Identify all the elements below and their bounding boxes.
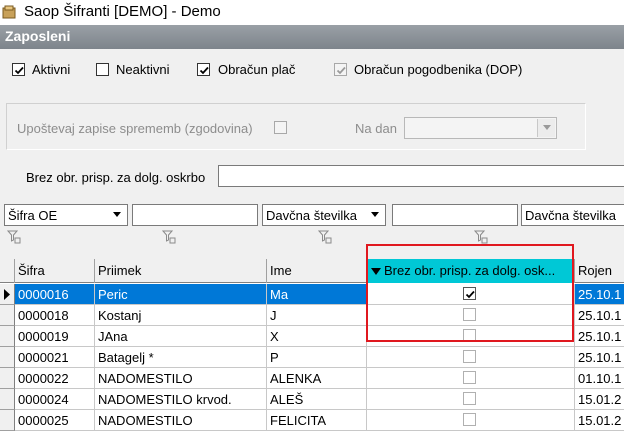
check-icon <box>336 66 346 75</box>
row-indicator-header <box>0 259 15 283</box>
search-input[interactable] <box>218 165 624 187</box>
cell-ime: Ma <box>267 284 367 305</box>
row-indicator[interactable] <box>0 305 15 326</box>
na-dan-label: Na dan <box>355 121 397 136</box>
cell-rojen: 25.10.1 <box>575 347 624 368</box>
cell-priimek: NADOMESTILO <box>95 368 267 389</box>
grid-checkbox[interactable] <box>463 350 476 363</box>
dropdown-arrow[interactable] <box>108 206 126 224</box>
dropdown-arrow[interactable] <box>537 119 555 137</box>
chevron-down-icon <box>113 212 121 217</box>
grid-checkbox[interactable] <box>463 371 476 384</box>
cell-ime: P <box>267 347 367 368</box>
row-indicator[interactable] <box>0 410 15 431</box>
aktivni-label[interactable]: Aktivni <box>32 62 70 77</box>
grid-checkbox[interactable] <box>463 413 476 426</box>
cell-sifra: 0000021 <box>15 347 95 368</box>
cell-rojen: 01.10.1 <box>575 368 624 389</box>
history-checkbox[interactable] <box>274 121 287 134</box>
panel-header: Zaposleni <box>0 25 624 49</box>
cell-brez-obr-prisp[interactable] <box>367 410 575 431</box>
cell-ime: X <box>267 326 367 347</box>
panel-title: Zaposleni <box>5 28 71 44</box>
filter-input-1[interactable] <box>132 204 258 226</box>
cell-sifra: 0000024 <box>15 389 95 410</box>
cell-sifra: 0000018 <box>15 305 95 326</box>
current-row-arrow-icon <box>4 289 10 300</box>
filter-select-2-value: Davčna številka <box>266 208 358 223</box>
row-indicator[interactable] <box>0 368 15 389</box>
title-bar: Saop Šifranti [DEMO] - Demo <box>0 0 624 25</box>
obracun-plac-checkbox[interactable] <box>197 63 210 76</box>
cell-brez-obr-prisp[interactable] <box>367 368 575 389</box>
column-header-rojen[interactable]: Rojen <box>575 259 624 283</box>
search-label: Brez obr. prisp. za dolg. oskrbo <box>26 170 206 185</box>
filter-funnel-icon[interactable] <box>318 230 332 244</box>
neaktivni-checkbox[interactable] <box>96 63 109 76</box>
cell-ime: ALENKA <box>267 368 367 389</box>
cell-rojen: 25.10.1 <box>575 326 624 347</box>
column-header-ime[interactable]: Ime <box>267 259 367 283</box>
cell-brez-obr-prisp[interactable] <box>367 347 575 368</box>
column-header-priimek[interactable]: Priimek <box>95 259 267 283</box>
cell-ime: J <box>267 305 367 326</box>
obracun-pogodbenika-checkbox[interactable] <box>334 63 347 76</box>
cell-rojen: 15.01.2 <box>575 389 624 410</box>
filter-select-1[interactable]: Šifra OE <box>4 204 128 226</box>
filter-funnel-icon[interactable] <box>7 230 21 244</box>
cell-ime: ALEŠ <box>267 389 367 410</box>
row-indicator[interactable] <box>0 326 15 347</box>
cell-priimek: Batagelj * <box>95 347 267 368</box>
obracun-plac-label[interactable]: Obračun plač <box>218 62 295 77</box>
chevron-down-icon <box>371 212 379 217</box>
dropdown-arrow[interactable] <box>366 206 384 224</box>
cell-priimek: NADOMESTILO krvod. <box>95 389 267 410</box>
row-indicator[interactable] <box>0 284 15 305</box>
table-row[interactable]: 0000021 Batagelj * P 25.10.1 <box>0 347 624 368</box>
cell-sifra: 0000022 <box>15 368 95 389</box>
cell-rojen: 15.01.2 <box>575 410 624 431</box>
cell-sifra: 0000025 <box>15 410 95 431</box>
cell-ime: FELICITA <box>267 410 367 431</box>
cell-rojen: 25.10.1 <box>575 284 624 305</box>
app-icon <box>2 5 16 19</box>
cell-brez-obr-prisp[interactable] <box>367 389 575 410</box>
highlight-box <box>366 244 574 342</box>
grid-checkbox[interactable] <box>463 392 476 405</box>
row-indicator[interactable] <box>0 389 15 410</box>
check-icon <box>14 66 24 75</box>
filter-select-1-value: Šifra OE <box>8 208 58 223</box>
cell-priimek: NADOMESTILO <box>95 410 267 431</box>
aktivni-checkbox[interactable] <box>12 63 25 76</box>
filter-select-2[interactable]: Davčna številka <box>262 204 386 226</box>
table-row[interactable]: 0000025 NADOMESTILO FELICITA 15.01.2 <box>0 410 624 431</box>
table-row[interactable]: 0000022 NADOMESTILO ALENKA 01.10.1 <box>0 368 624 389</box>
cell-sifra: 0000016 <box>15 284 95 305</box>
column-header-sifra[interactable]: Šifra <box>15 259 95 283</box>
cell-rojen: 25.10.1 <box>575 305 624 326</box>
filter-input-2[interactable] <box>392 204 518 226</box>
table-row[interactable]: 0000024 NADOMESTILO krvod. ALEŠ 15.01.2 <box>0 389 624 410</box>
cell-priimek: JAna <box>95 326 267 347</box>
filter-select-3-value: Davčna številka <box>525 208 617 223</box>
obracun-pogodbenika-label[interactable]: Obračun pogodbenika (DOP) <box>354 62 522 77</box>
cell-priimek: Kostanj <box>95 305 267 326</box>
cell-sifra: 0000019 <box>15 326 95 347</box>
na-dan-dropdown[interactable] <box>404 117 557 139</box>
cell-priimek: Peric <box>95 284 267 305</box>
filter-funnel-icon[interactable] <box>162 230 176 244</box>
row-indicator[interactable] <box>0 347 15 368</box>
history-label: Upoštevaj zapise sprememb (zgodovina) <box>17 121 253 136</box>
check-icon <box>199 66 209 75</box>
filter-select-3[interactable]: Davčna številka <box>521 204 624 226</box>
filter-funnel-icon[interactable] <box>474 230 488 244</box>
chevron-down-icon <box>543 125 551 130</box>
neaktivni-label[interactable]: Neaktivni <box>116 62 169 77</box>
window-title: Saop Šifranti [DEMO] - Demo <box>24 3 221 20</box>
